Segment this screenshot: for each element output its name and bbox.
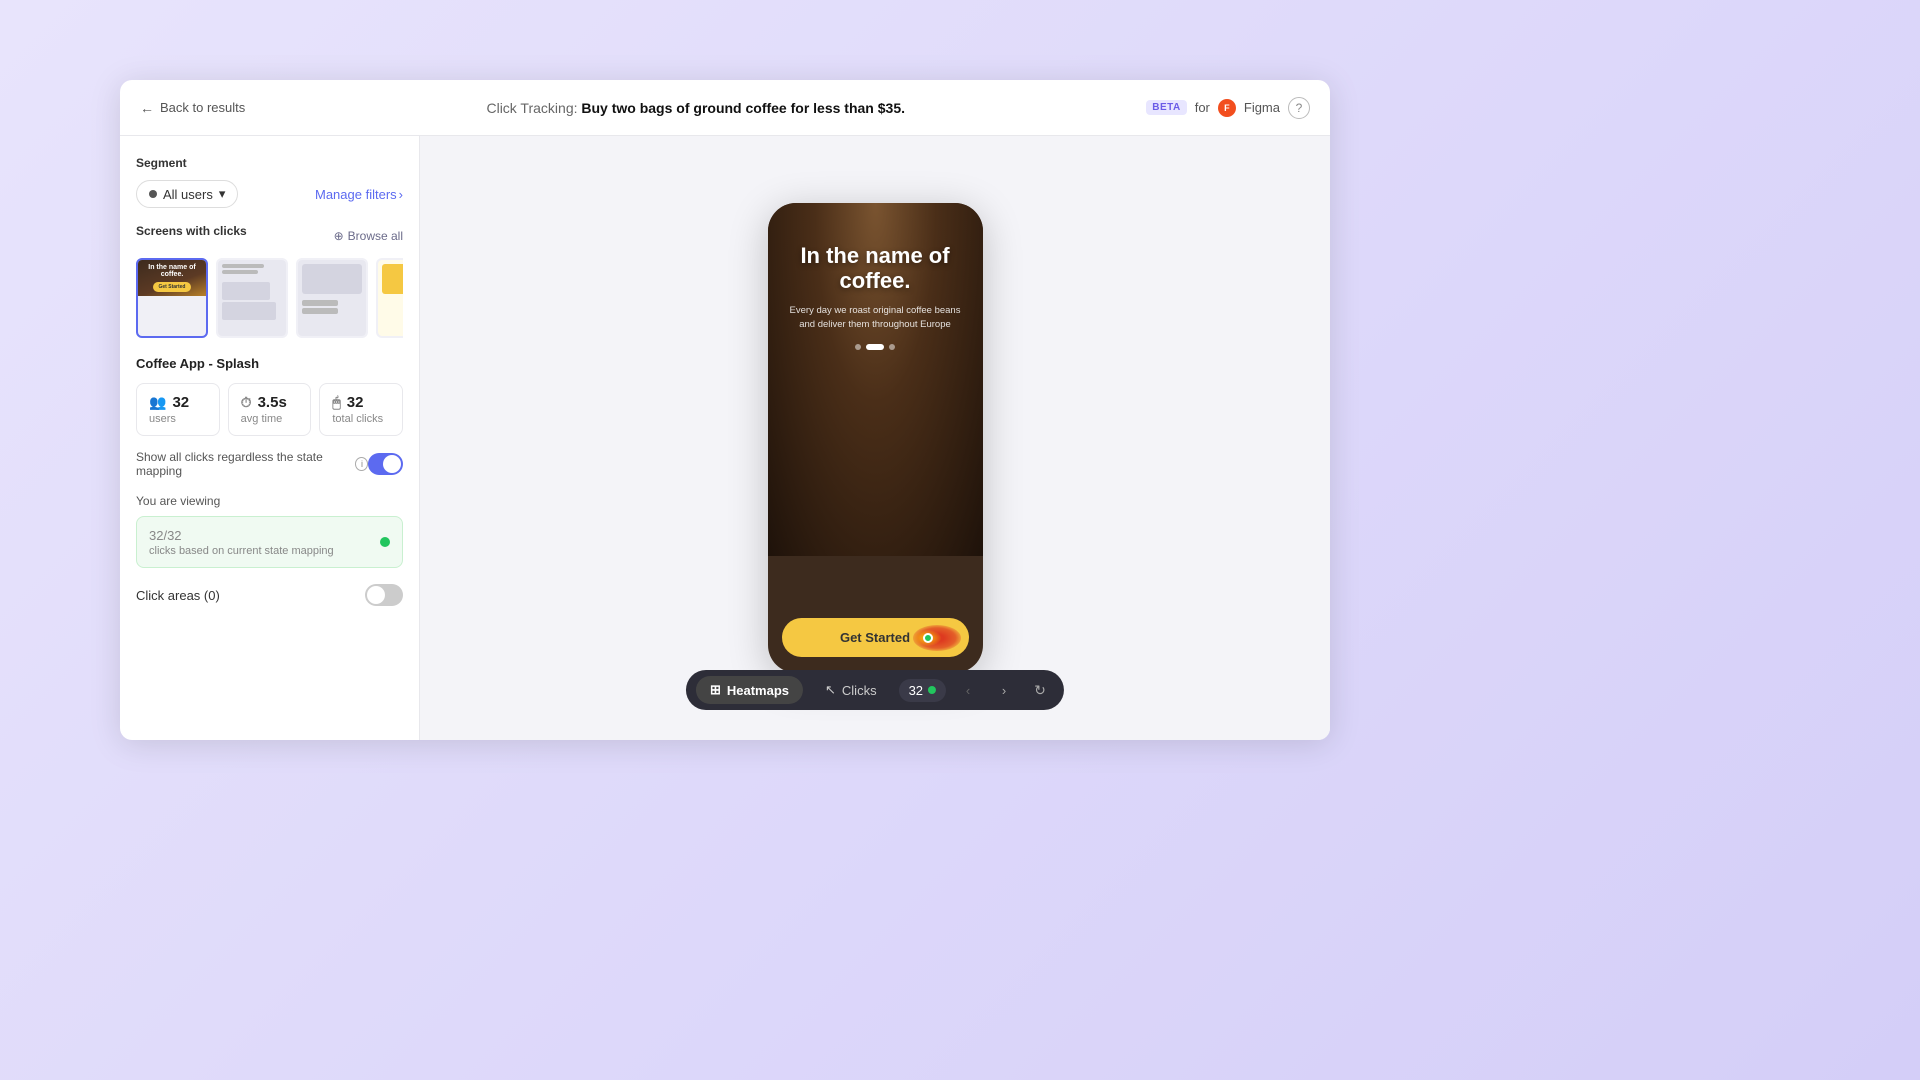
screens-section-header: Screens with clicks ⊕ Browse all — [136, 224, 403, 248]
browse-all-link[interactable]: ⊕ Browse all — [334, 229, 403, 243]
viewing-label: You are viewing — [136, 494, 403, 508]
back-label: Back to results — [160, 100, 245, 115]
info-icon[interactable]: i — [355, 457, 368, 471]
click-dot — [923, 633, 933, 643]
screen-thumbnails: In the name of coffee. Get Started — [136, 258, 403, 338]
body: Segment All users ▾ Manage filters › Scr… — [120, 136, 1330, 740]
stat-total-clicks: 🖱 32 total clicks — [319, 383, 403, 436]
bottom-toolbar: ⊞ Heatmaps ↖ Clicks 32 ‹ › ↻ — [686, 670, 1064, 710]
total-clicks-label: total clicks — [332, 413, 390, 425]
figma-icon: F — [1218, 99, 1236, 117]
screen-thumb-3[interactable] — [296, 258, 368, 338]
back-arrow-icon: ← — [140, 100, 154, 116]
stat-avg-time: ⏱ 3.5s avg time — [228, 383, 312, 436]
next-button[interactable]: › — [990, 676, 1018, 704]
segment-row: All users ▾ Manage filters › — [136, 180, 403, 208]
dot-2 — [866, 344, 884, 350]
screen-thumb-4[interactable] — [376, 258, 403, 338]
show-all-clicks-toggle[interactable] — [368, 453, 403, 475]
title-main: Buy two bags of ground coffee for less t… — [581, 100, 905, 116]
users-icon: 👥 — [149, 394, 166, 411]
viewing-count: 32/32 — [149, 527, 390, 543]
click-areas-row: Click areas (0) — [136, 584, 403, 606]
stat-users: 👥 32 users — [136, 383, 220, 436]
screens-section-label: Screens with clicks — [136, 224, 247, 238]
beta-badge: BETA — [1146, 100, 1186, 115]
chevron-down-icon: ▾ — [219, 186, 226, 202]
header-right: BETA for F Figma ? — [1146, 97, 1310, 119]
heatmaps-button[interactable]: ⊞ Heatmaps — [696, 676, 803, 704]
heatmap-overlay — [906, 624, 961, 652]
timer-icon: ⏱ — [241, 394, 252, 411]
manage-filters-link[interactable]: Manage filters › — [315, 187, 403, 202]
click-count-badge: 32 — [899, 679, 946, 702]
heatmap-icon: ⊞ — [710, 682, 721, 698]
header: ← Back to results Click Tracking: Buy tw… — [120, 80, 1330, 136]
show-all-clicks-row: Show all clicks regardless the state map… — [136, 450, 403, 478]
main-content: In the name of coffee. Every day we roas… — [420, 136, 1330, 740]
viewing-section: You are viewing 32/32 clicks based on cu… — [136, 494, 403, 568]
prev-button[interactable]: ‹ — [954, 676, 982, 704]
help-button[interactable]: ? — [1288, 97, 1310, 119]
count-value: 32 — [909, 683, 923, 698]
segment-label: All users — [163, 187, 213, 202]
viewing-desc: clicks based on current state mapping — [149, 545, 390, 557]
screen-thumb-2[interactable] — [216, 258, 288, 338]
phone-content: In the name of coffee. Every day we roas… — [768, 203, 983, 673]
toggle-label: Show all clicks regardless the state map… — [136, 450, 368, 478]
title-prefix: Click Tracking: — [486, 100, 577, 116]
help-icon: ? — [1296, 101, 1303, 115]
phone-subtitle: Every day we roast original coffee beans… — [782, 304, 969, 333]
active-indicator — [380, 537, 390, 547]
figma-label: Figma — [1244, 100, 1280, 115]
dot-1 — [855, 344, 861, 350]
sidebar: Segment All users ▾ Manage filters › Scr… — [120, 136, 420, 740]
users-label: users — [149, 413, 207, 425]
for-label: for — [1195, 100, 1210, 115]
click-areas-toggle[interactable] — [365, 584, 403, 606]
users-value: 32 — [172, 394, 189, 411]
total-clicks-value: 32 — [347, 394, 364, 411]
phone-cta-button[interactable]: Get Started — [782, 618, 969, 657]
header-title: Click Tracking: Buy two bags of ground c… — [245, 100, 1146, 116]
cursor-icon: 🖱 — [332, 394, 340, 411]
arrow-right-icon: › — [399, 187, 403, 202]
refresh-button[interactable]: ↻ — [1026, 676, 1054, 704]
search-icon: ⊕ — [334, 229, 344, 243]
viewing-card: 32/32 clicks based on current state mapp… — [136, 516, 403, 568]
segment-dot-icon — [149, 190, 157, 198]
phone-title: In the name of coffee. — [782, 243, 969, 294]
phone-frame: In the name of coffee. Every day we roas… — [768, 203, 983, 673]
phone-carousel-dots — [782, 344, 969, 350]
click-areas-label: Click areas (0) — [136, 588, 220, 603]
live-indicator — [928, 686, 936, 694]
segment-section-label: Segment — [136, 156, 403, 170]
dot-3 — [889, 344, 895, 350]
cursor-icon: ↖ — [825, 682, 836, 698]
back-button[interactable]: ← Back to results — [140, 100, 245, 116]
screen-name: Coffee App - Splash — [136, 356, 403, 371]
viewing-total: /32 — [163, 528, 181, 543]
stats-row: 👥 32 users ⏱ 3.5s avg time 🖱 32 — [136, 383, 403, 436]
clicks-button[interactable]: ↖ Clicks — [811, 676, 891, 704]
avg-time-label: avg time — [241, 413, 299, 425]
segment-button[interactable]: All users ▾ — [136, 180, 238, 208]
avg-time-value: 3.5s — [258, 394, 287, 411]
main-window: ← Back to results Click Tracking: Buy tw… — [120, 80, 1330, 740]
screen-thumb-1[interactable]: In the name of coffee. Get Started — [136, 258, 208, 338]
